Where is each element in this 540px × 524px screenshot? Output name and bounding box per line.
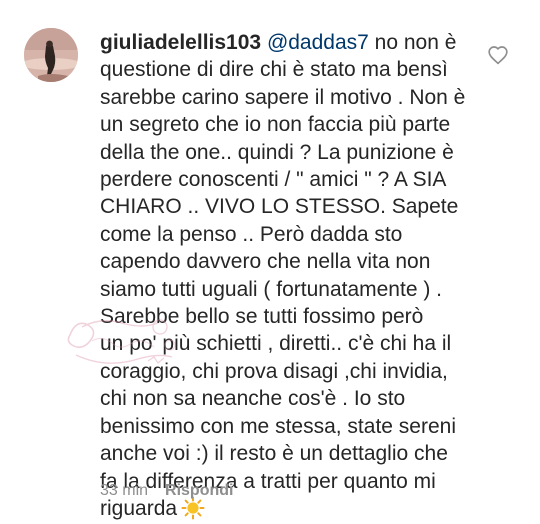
comment-line: capendo davvero che nella vita non — [100, 250, 431, 274]
comment-mention[interactable]: @daddas7 — [267, 31, 369, 54]
comment-line: siamo tutti uguali ( fortunatamente ) . — [100, 277, 442, 301]
comment-line: CHIARO .. VIVO LO STESSO. Sapete — [100, 195, 459, 219]
comment-line: coraggio, chi prova disagi ,chi invidia, — [100, 359, 448, 383]
comment-item: giuliadelellis103 @daddas7 no non è ques… — [0, 0, 540, 524]
comment-line: chi non sa neanche cos'è . Io sto — [100, 387, 406, 411]
comment-username[interactable]: giuliadelellis103 — [100, 31, 261, 54]
comment-line: sarebbe carino sapere il motivo . Non è — [100, 85, 466, 109]
comment-text: giuliadelellis103 @daddas7 no non è ques… — [100, 29, 472, 524]
comment-line: Sarebbe bello se tutti fossimo però — [100, 305, 424, 329]
reply-button[interactable]: Rispondi — [165, 482, 233, 500]
avatar-photo — [24, 28, 78, 82]
comment-line: riguarda — [100, 496, 178, 520]
comment-footer: 33 min Rispondi — [100, 482, 233, 500]
comment-line: un segreto che io non faccia più parte — [100, 113, 451, 137]
comment-line: un po' più schietti , diretti.. c'è chi … — [100, 332, 452, 356]
comment-line: della the one.. quindi ? La punizione è — [100, 140, 454, 164]
comment-line: perdere conoscenti / " amici " ? A SIA — [100, 168, 447, 192]
heart-outline-icon[interactable] — [487, 45, 509, 65]
comment-line: come la penso .. Però dadda sto — [100, 222, 403, 246]
avatar[interactable] — [24, 28, 78, 82]
comment-line: benissimo con me stessa, state sereni — [100, 414, 456, 438]
comment-line: anche voi :) il resto è un dettaglio che — [100, 442, 448, 466]
sun-icon — [181, 496, 205, 524]
comment-line: no non è — [368, 31, 457, 54]
comment-timestamp: 33 min — [100, 482, 149, 499]
comment-line: questione di dire chi è stato ma bensì — [100, 58, 448, 82]
